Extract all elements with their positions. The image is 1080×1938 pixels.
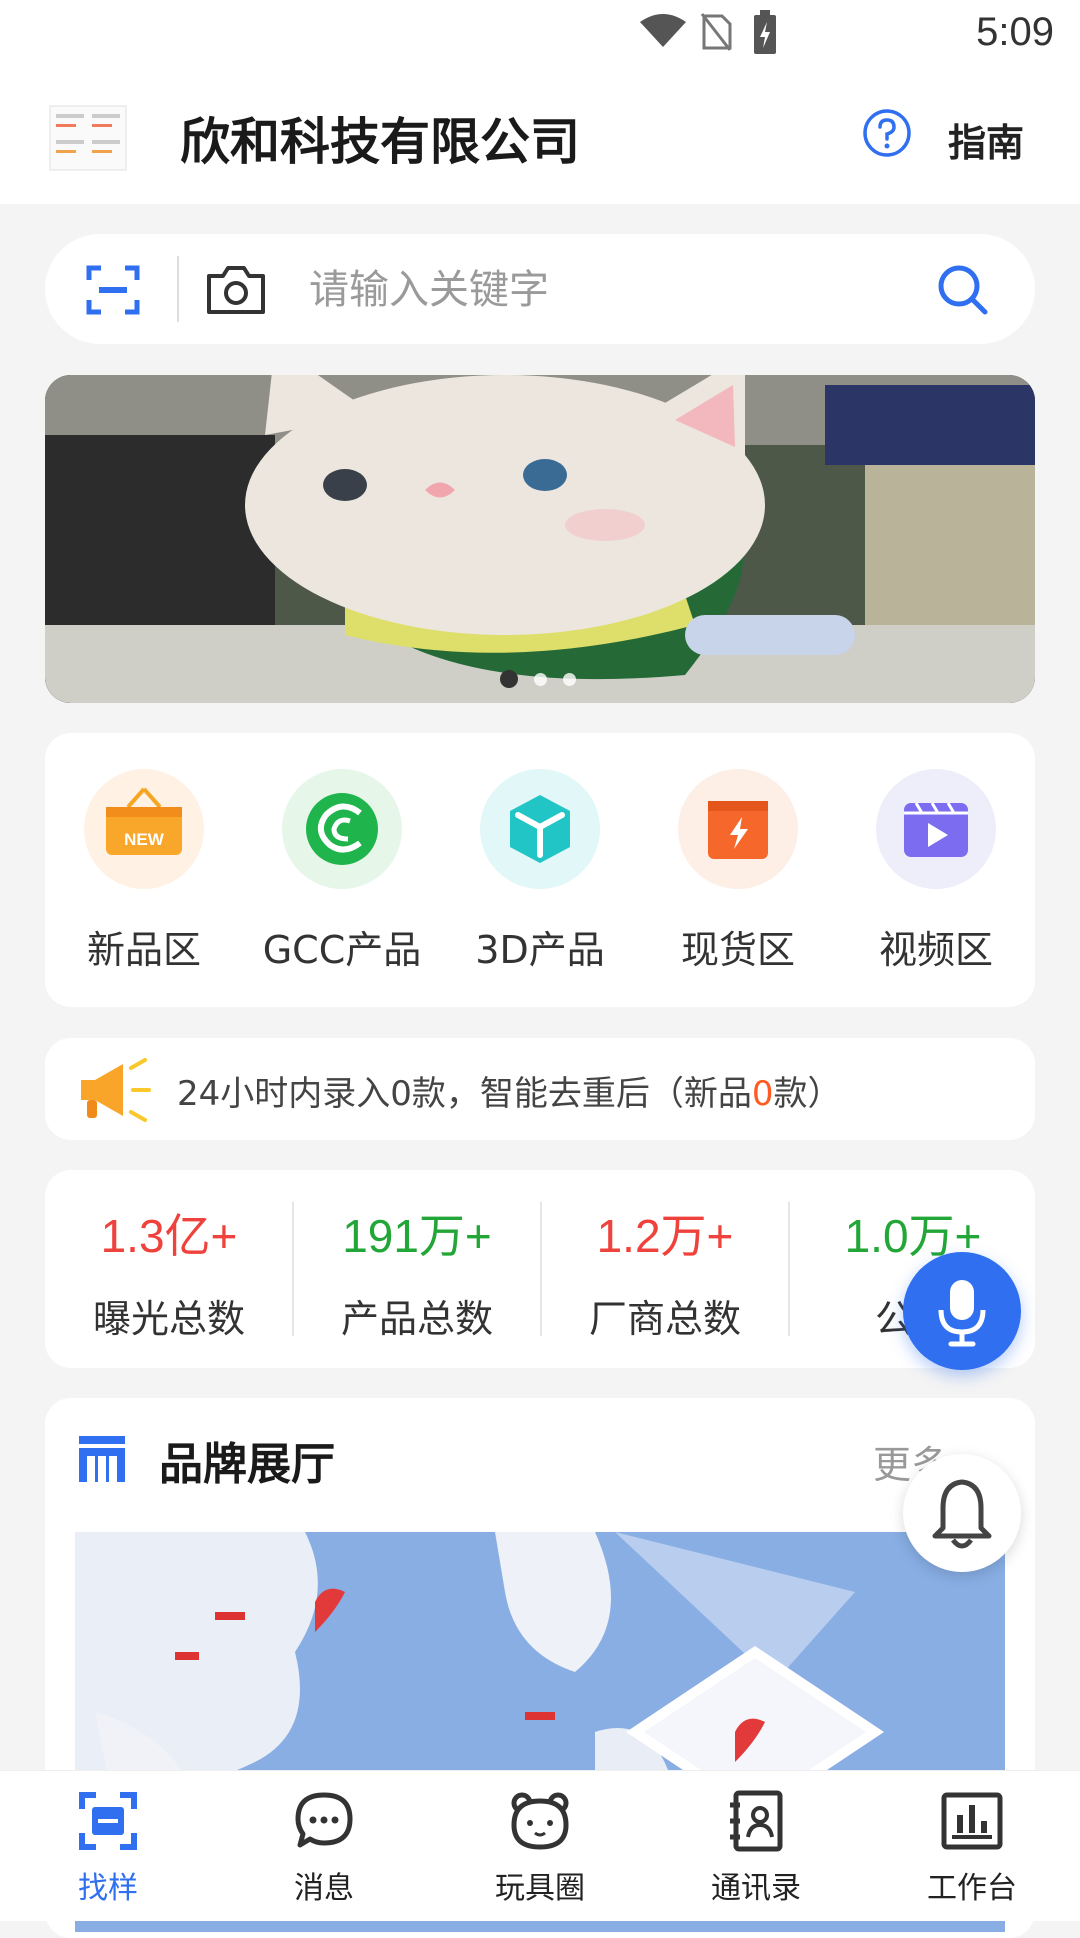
notification-button[interactable] [903,1454,1021,1572]
status-bar: 5:09 [0,0,1080,72]
stat-vendors: 1.2万+ 厂商总数 [541,1200,789,1343]
nav-label: 找样 [78,1871,138,1906]
carousel-dot [563,673,576,686]
stat-exposure: 1.3亿+ 曝光总数 [45,1200,293,1343]
storefront-icon [79,1436,125,1482]
category-gcc[interactable]: GCC产品 [243,769,441,974]
stat-value: 1.3亿+ [100,1210,238,1262]
bell-icon [932,1479,992,1549]
nav-label: 消息 [294,1871,354,1906]
nav-tab-messages[interactable]: 消息 [216,1789,432,1907]
category-label: 视频区 [878,928,993,972]
contacts-book-icon [730,1790,783,1852]
guide-link[interactable]: 指南 [948,112,1024,167]
category-video[interactable]: 视频区 [837,769,1035,974]
banner-image-cat [45,375,1035,703]
notice-text: 24小时内录入0款，智能去重后（新品0款） [177,1074,842,1114]
bear-face-icon [511,1792,569,1850]
category-grid: NEW 新品区 GCC产品 3D产品 现货区 视频区 [45,733,1035,1007]
category-instock[interactable]: 现货区 [639,769,837,974]
category-label: GCC产品 [262,928,422,972]
no-sim-icon [700,13,732,51]
notice-highlight: 0 [751,1074,774,1114]
help-circle-icon[interactable] [862,108,912,158]
clock: 5:09 [976,10,1054,54]
carousel-dot [500,670,518,688]
scan-frame-icon [79,1792,137,1850]
cube-icon [480,769,600,889]
box-bolt-icon [678,769,798,889]
carousel-dot [534,673,547,686]
company-name: 欣和科技有限公司 [180,113,580,171]
stat-value: 1.2万+ [596,1210,734,1262]
voice-search-button[interactable] [903,1252,1021,1370]
nav-label: 玩具圈 [495,1871,585,1906]
company-logo[interactable] [42,92,134,184]
bar-chart-board-icon [941,1792,1003,1850]
battery-icon [754,10,776,54]
nav-label: 工作台 [927,1871,1017,1906]
bottom-navigation: 找样 消息 玩具圈 通讯录 工作台 [0,1770,1080,1921]
category-label: 现货区 [680,928,795,972]
category-label: 新品区 [86,928,201,972]
app-header: 欣和科技有限公司 指南 [0,72,1080,204]
search-icon[interactable] [935,262,991,318]
stats-panel: 1.3亿+ 曝光总数 191万+ 产品总数 1.2万+ 厂商总数 1.0万+ 公… [45,1170,1035,1368]
chat-bubble-icon [295,1792,353,1848]
scan-icon[interactable] [85,262,141,318]
stat-label: 厂商总数 [588,1297,741,1341]
banner-carousel[interactable] [45,375,1035,703]
search-divider [177,256,179,322]
nav-label: 通讯录 [711,1871,801,1906]
camera-icon[interactable] [205,262,267,316]
nav-tab-toy-circle[interactable]: 玩具圈 [432,1789,648,1907]
brand-hall-title: 品牌展厅 [159,1439,335,1490]
new-tag-icon: NEW [84,769,204,889]
video-clapper-icon [876,769,996,889]
nav-tab-contacts[interactable]: 通讯录 [648,1789,864,1907]
category-3d[interactable]: 3D产品 [441,769,639,974]
stat-products: 191万+ 产品总数 [293,1200,541,1343]
category-label: 3D产品 [475,928,605,972]
gcc-logo-icon [282,769,402,889]
carousel-indicator [500,670,592,690]
svg-text:NEW: NEW [124,830,165,849]
stat-value: 191万+ [342,1210,492,1262]
search-bar [45,234,1035,344]
notice-bar[interactable]: 24小时内录入0款，智能去重后（新品0款） [45,1038,1035,1140]
wifi-icon [640,14,686,47]
stat-label: 产品总数 [340,1297,493,1341]
nav-tab-workbench[interactable]: 工作台 [864,1789,1080,1907]
microphone-icon [938,1280,986,1347]
search-input[interactable] [307,252,931,328]
megaphone-icon [81,1058,151,1122]
stat-label: 曝光总数 [92,1297,245,1341]
category-new[interactable]: NEW 新品区 [45,769,243,974]
nav-tab-find-sample[interactable]: 找样 [0,1789,216,1907]
